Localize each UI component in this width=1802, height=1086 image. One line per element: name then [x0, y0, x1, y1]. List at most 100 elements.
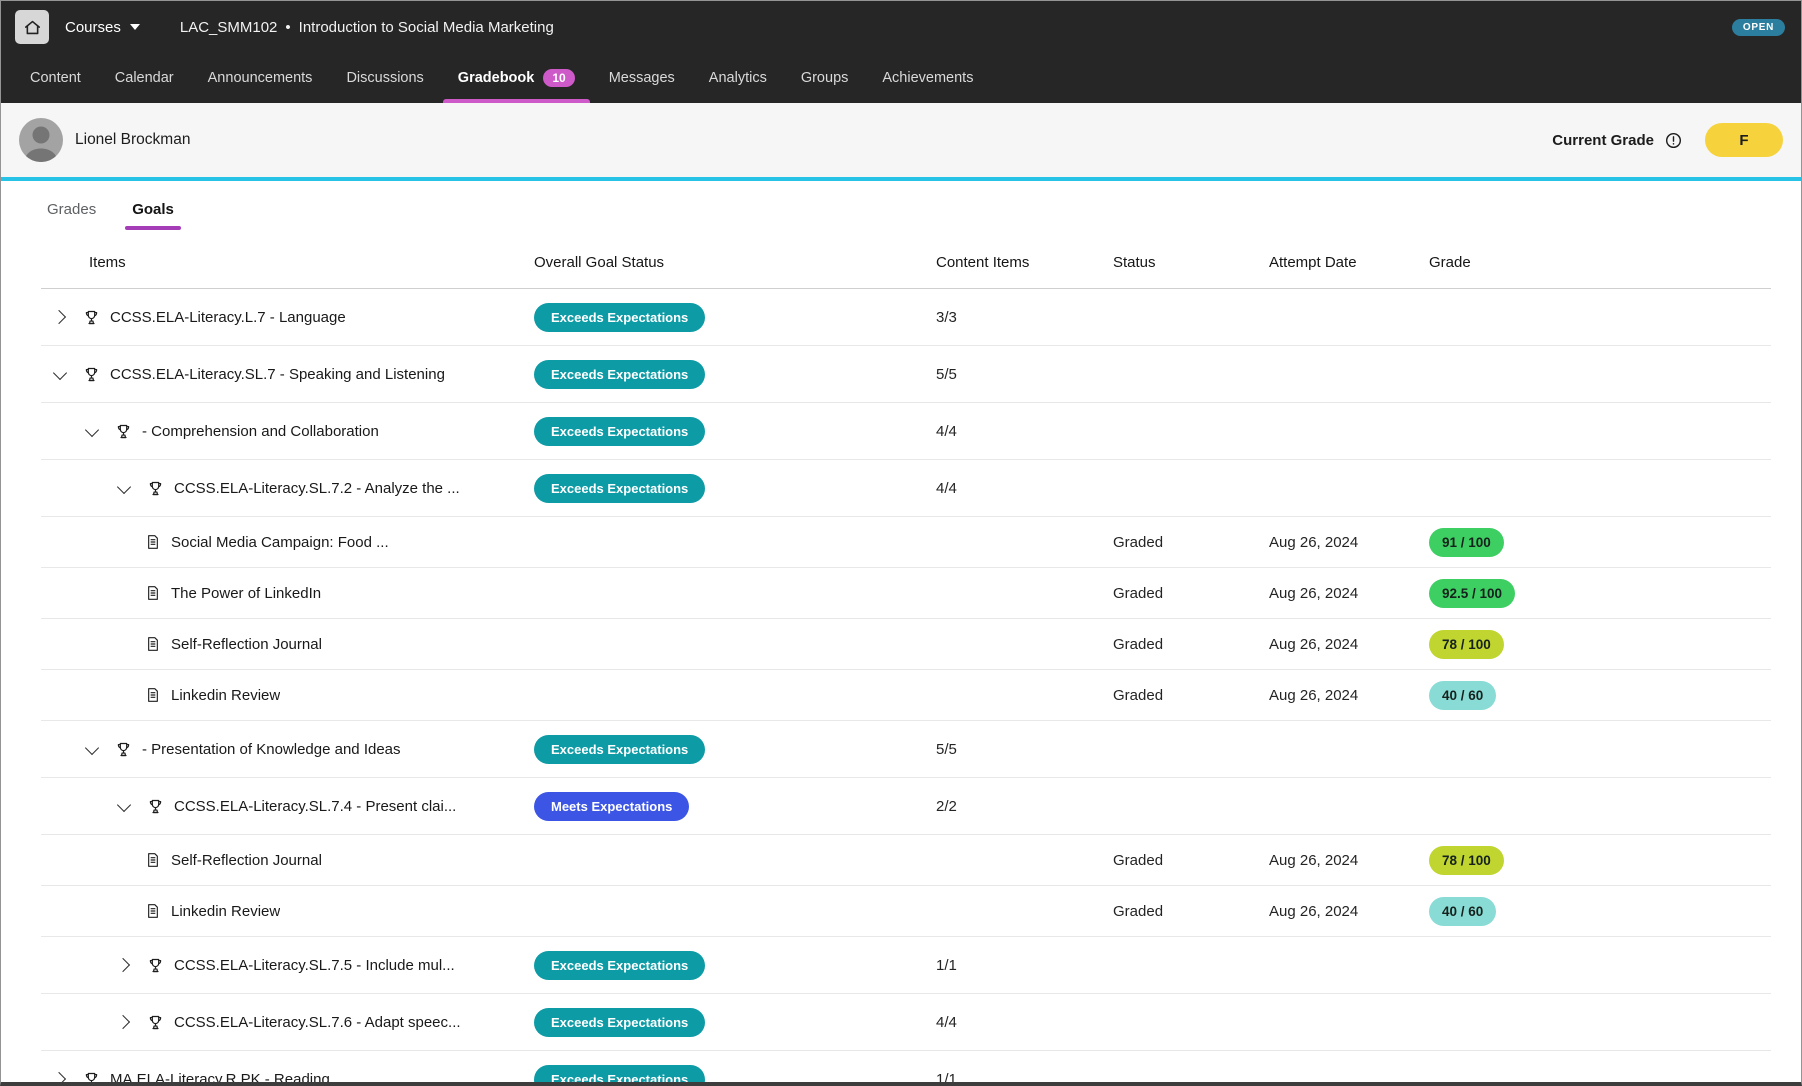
- row-label: Linkedin Review: [171, 687, 280, 704]
- document-icon: [145, 687, 161, 703]
- goal-row: CCSS.ELA-Literacy.L.7 - LanguageExceeds …: [41, 289, 1771, 346]
- tab-calendar[interactable]: Calendar: [98, 53, 191, 103]
- info-icon[interactable]: [1664, 131, 1683, 150]
- grade-pill[interactable]: 40 / 60: [1429, 681, 1496, 710]
- home-icon: [23, 18, 42, 37]
- row-label: - Presentation of Knowledge and Ideas: [142, 741, 401, 758]
- tab-groups[interactable]: Groups: [784, 53, 866, 103]
- tab-grades[interactable]: Grades: [47, 201, 96, 218]
- home-button[interactable]: [15, 10, 49, 44]
- expand-chevron-icon[interactable]: [49, 1068, 71, 1082]
- goal-trophy-icon: [147, 480, 164, 497]
- tab-discussions[interactable]: Discussions: [329, 53, 440, 103]
- separator-dot: •: [285, 19, 290, 36]
- grade-pill[interactable]: 92.5 / 100: [1429, 579, 1515, 608]
- tab-gradebook[interactable]: Gradebook10: [441, 53, 592, 103]
- row-label: MA.ELA-Literacy.R.PK - Reading: [110, 1071, 330, 1083]
- courses-dropdown[interactable]: Courses: [65, 19, 140, 36]
- gradebook-subtabs: Grades Goals: [1, 181, 1801, 237]
- attempt-status: Graded: [1113, 636, 1269, 653]
- content-items-count: 4/4: [936, 1014, 1113, 1031]
- expand-chevron-icon[interactable]: [49, 306, 71, 328]
- row-label: The Power of LinkedIn: [171, 585, 321, 602]
- content-items-count: 1/1: [936, 1071, 1113, 1083]
- row-label: Self-Reflection Journal: [171, 852, 322, 869]
- tab-label: Announcements: [208, 70, 313, 86]
- collapse-chevron-icon[interactable]: [113, 795, 135, 817]
- document-icon: [145, 534, 161, 550]
- goals-rows: CCSS.ELA-Literacy.L.7 - LanguageExceeds …: [41, 289, 1771, 1082]
- row-label: CCSS.ELA-Literacy.SL.7.2 - Analyze the .…: [174, 480, 460, 497]
- row-label: CCSS.ELA-Literacy.SL.7.4 - Present clai.…: [174, 798, 456, 815]
- tab-label: Gradebook: [458, 70, 535, 86]
- person-icon: [19, 149, 63, 162]
- column-header-grade: Grade: [1429, 254, 1771, 271]
- row-label: CCSS.ELA-Literacy.SL.7 - Speaking and Li…: [110, 366, 445, 383]
- collapse-chevron-icon[interactable]: [113, 477, 135, 499]
- goal-row: CCSS.ELA-Literacy.SL.7.2 - Analyze the .…: [41, 460, 1771, 517]
- content-item-row: The Power of LinkedInGradedAug 26, 20249…: [41, 568, 1771, 619]
- goal-row: MA.ELA-Literacy.R.PK - Reading Exceeds Ex…: [41, 1051, 1771, 1082]
- student-name: Lionel Brockman: [75, 131, 190, 149]
- goal-row: CCSS.ELA-Literacy.SL.7.5 - Include mul..…: [41, 937, 1771, 994]
- attempt-status: Graded: [1113, 534, 1269, 551]
- tab-goals[interactable]: Goals: [132, 201, 174, 218]
- current-grade-label: Current Grade: [1552, 132, 1654, 149]
- goal-row: CCSS.ELA-Literacy.SL.7 - Speaking and Li…: [41, 346, 1771, 403]
- goal-trophy-icon: [115, 741, 132, 758]
- course-breadcrumb: LAC_SMM102 • Introduction to Social Medi…: [180, 19, 554, 36]
- goal-trophy-icon: [83, 366, 100, 383]
- column-header-status: Status: [1113, 254, 1269, 271]
- chevron-down-icon: [130, 24, 140, 30]
- grade-pill[interactable]: 91 / 100: [1429, 528, 1504, 557]
- attempt-status: Graded: [1113, 852, 1269, 869]
- collapse-chevron-icon[interactable]: [81, 420, 103, 442]
- goal-status-badge: Exceeds Expectations: [534, 474, 705, 503]
- collapse-chevron-icon[interactable]: [81, 738, 103, 760]
- row-label: Self-Reflection Journal: [171, 636, 322, 653]
- content-items-count: 5/5: [936, 366, 1113, 383]
- course-title: Introduction to Social Media Marketing: [299, 19, 554, 36]
- document-icon: [145, 852, 161, 868]
- tab-content[interactable]: Content: [13, 53, 98, 103]
- current-grade-pill: F: [1705, 123, 1783, 157]
- attempt-status: Graded: [1113, 585, 1269, 602]
- goal-status-badge: Exceeds Expectations: [534, 417, 705, 446]
- column-header-attempt-date: Attempt Date: [1269, 254, 1429, 271]
- goal-trophy-icon: [83, 1071, 100, 1083]
- current-grade-area: Current Grade F: [1552, 123, 1783, 157]
- goal-status-badge: Exceeds Expectations: [534, 1065, 705, 1083]
- content-item-row: Self-Reflection Journal GradedAug 26, 202…: [41, 619, 1771, 670]
- attempt-status: Graded: [1113, 903, 1269, 920]
- tab-messages[interactable]: Messages: [592, 53, 692, 103]
- column-header-items: Items: [41, 254, 534, 271]
- document-icon: [145, 903, 161, 919]
- course-code: LAC_SMM102: [180, 19, 278, 36]
- row-label: CCSS.ELA-Literacy.SL.7.6 - Adapt speec..…: [174, 1014, 461, 1031]
- tab-analytics[interactable]: Analytics: [692, 53, 784, 103]
- goal-trophy-icon: [147, 798, 164, 815]
- goal-trophy-icon: [115, 423, 132, 440]
- attempt-date: Aug 26, 2024: [1269, 534, 1429, 551]
- content-items-count: 2/2: [936, 798, 1113, 815]
- nav-tabs: ContentCalendarAnnouncementsDiscussionsG…: [13, 53, 990, 103]
- student-header: Lionel Brockman Current Grade F: [1, 103, 1801, 177]
- column-header-content-items: Content Items: [936, 254, 1113, 271]
- grade-pill[interactable]: 40 / 60: [1429, 897, 1496, 926]
- attempt-date: Aug 26, 2024: [1269, 636, 1429, 653]
- tab-label: Analytics: [709, 70, 767, 86]
- collapse-chevron-icon[interactable]: [49, 363, 71, 385]
- expand-chevron-icon[interactable]: [113, 954, 135, 976]
- grade-pill[interactable]: 78 / 100: [1429, 846, 1504, 875]
- goal-trophy-icon: [83, 309, 100, 326]
- attempt-date: Aug 26, 2024: [1269, 852, 1429, 869]
- tab-achievements[interactable]: Achievements: [865, 53, 990, 103]
- grade-pill[interactable]: 78 / 100: [1429, 630, 1504, 659]
- tab-label: Content: [30, 70, 81, 86]
- expand-chevron-icon[interactable]: [113, 1011, 135, 1033]
- tab-announcements[interactable]: Announcements: [191, 53, 330, 103]
- attempt-date: Aug 26, 2024: [1269, 903, 1429, 920]
- topbar: Courses LAC_SMM102 • Introduction to Soc…: [1, 1, 1801, 53]
- goal-status-badge: Exceeds Expectations: [534, 360, 705, 389]
- content-item-row: Linkedin ReviewGradedAug 26, 202440 / 60: [41, 886, 1771, 937]
